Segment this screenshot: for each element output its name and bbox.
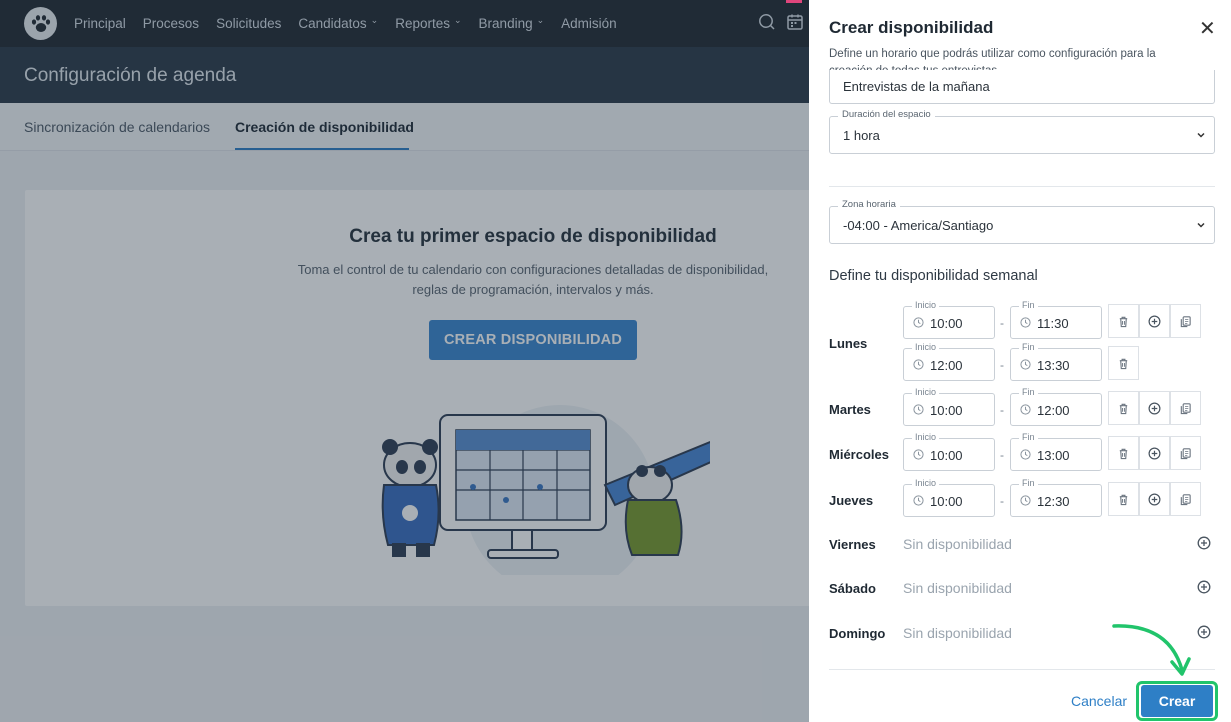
- start-time-input[interactable]: Inicio 12:00: [903, 342, 995, 381]
- duration-select[interactable]: Duración del espacio 1 hora: [829, 109, 1215, 154]
- close-icon[interactable]: ✕: [1199, 16, 1216, 41]
- start-time-input[interactable]: Inicio 10:00: [903, 387, 995, 426]
- time-field-label: Inicio: [912, 342, 940, 352]
- trash-icon[interactable]: [1108, 436, 1139, 470]
- no-availability-text: Sin disponibilidad: [903, 536, 1012, 552]
- time-value: 10:00: [930, 403, 963, 418]
- copy-icon[interactable]: [1170, 304, 1201, 338]
- availability-name-value: Entrevistas de la mañana: [843, 79, 990, 94]
- time-field-label: Inicio: [912, 300, 940, 310]
- cancel-button[interactable]: Cancelar: [1071, 693, 1127, 709]
- time-field-label: Inicio: [912, 478, 940, 488]
- chevron-down-icon: [1197, 132, 1205, 138]
- range-separator: -: [1000, 316, 1004, 330]
- time-field-label: Fin: [1019, 432, 1038, 442]
- day-label: Lunes: [829, 335, 868, 351]
- day-label: Miércoles: [829, 446, 889, 462]
- start-time-input[interactable]: Inicio 10:00: [903, 478, 995, 517]
- time-value: 10:00: [930, 316, 963, 331]
- add-slot-icon[interactable]: [1139, 436, 1170, 470]
- add-slot-icon[interactable]: [1197, 580, 1211, 594]
- add-slot-icon[interactable]: [1197, 536, 1211, 550]
- weekly-availability-title: Define tu disponibilidad semanal: [829, 268, 1038, 284]
- range-separator: -: [1000, 358, 1004, 372]
- add-slot-icon[interactable]: [1139, 304, 1170, 338]
- trash-icon[interactable]: [1108, 391, 1139, 425]
- trash-icon[interactable]: [1108, 482, 1139, 516]
- timezone-label: Zona horaria: [838, 199, 900, 210]
- copy-icon[interactable]: [1170, 482, 1201, 516]
- time-field-label: Inicio: [912, 432, 940, 442]
- day-label: Viernes: [829, 537, 876, 552]
- end-time-input[interactable]: Fin 11:30: [1010, 300, 1102, 339]
- highlight-arrow-icon: [1112, 624, 1191, 676]
- time-value: 12:00: [930, 358, 963, 373]
- create-availability-drawer: Crear disponibilidad ✕ Define un horario…: [809, 0, 1231, 722]
- day-label: Martes: [829, 401, 871, 417]
- end-time-input[interactable]: Fin 12:30: [1010, 478, 1102, 517]
- add-slot-icon[interactable]: [1197, 625, 1211, 639]
- time-value: 10:00: [930, 494, 963, 509]
- create-button[interactable]: Crear: [1141, 685, 1213, 717]
- timezone-value: -04:00 - America/Santiago: [843, 217, 994, 233]
- trash-icon[interactable]: [1108, 304, 1139, 338]
- time-value: 13:30: [1037, 358, 1070, 373]
- drawer-title: Crear disponibilidad: [829, 18, 994, 37]
- time-value: 12:30: [1037, 494, 1070, 509]
- add-slot-icon[interactable]: [1139, 391, 1170, 425]
- start-time-input[interactable]: Inicio 10:00: [903, 432, 995, 471]
- time-field-label: Inicio: [912, 387, 940, 397]
- section-divider: [829, 186, 1215, 187]
- start-time-input[interactable]: Inicio 10:00: [903, 300, 995, 339]
- copy-icon[interactable]: [1170, 436, 1201, 470]
- end-time-input[interactable]: Fin 13:30: [1010, 342, 1102, 381]
- duration-value: 1 hora: [843, 127, 880, 143]
- range-separator: -: [1000, 448, 1004, 462]
- time-value: 10:00: [930, 448, 963, 463]
- day-label: Sábado: [829, 581, 876, 596]
- trash-icon[interactable]: [1108, 346, 1139, 380]
- timezone-select[interactable]: Zona horaria -04:00 - America/Santiago: [829, 199, 1215, 244]
- time-field-label: Fin: [1019, 300, 1038, 310]
- no-availability-text: Sin disponibilidad: [903, 580, 1012, 596]
- duration-label: Duración del espacio: [838, 109, 935, 120]
- range-separator: -: [1000, 494, 1004, 508]
- time-field-label: Fin: [1019, 387, 1038, 397]
- add-slot-icon[interactable]: [1139, 482, 1170, 516]
- time-value: 12:00: [1037, 403, 1070, 418]
- time-field-label: Fin: [1019, 342, 1038, 352]
- availability-name-input[interactable]: Entrevistas de la mañana: [829, 70, 1215, 104]
- end-time-input[interactable]: Fin 13:00: [1010, 432, 1102, 471]
- no-availability-text: Sin disponibilidad: [903, 625, 1012, 641]
- modal-overlay[interactable]: [0, 0, 809, 722]
- time-field-label: Fin: [1019, 478, 1038, 488]
- range-separator: -: [1000, 403, 1004, 417]
- chevron-down-icon: [1197, 222, 1205, 228]
- end-time-input[interactable]: Fin 12:00: [1010, 387, 1102, 426]
- copy-icon[interactable]: [1170, 391, 1201, 425]
- notification-indicator: [786, 0, 802, 3]
- day-label: Jueves: [829, 492, 874, 508]
- time-value: 11:30: [1037, 316, 1069, 331]
- time-value: 13:00: [1037, 448, 1070, 463]
- day-label: Domingo: [829, 626, 886, 641]
